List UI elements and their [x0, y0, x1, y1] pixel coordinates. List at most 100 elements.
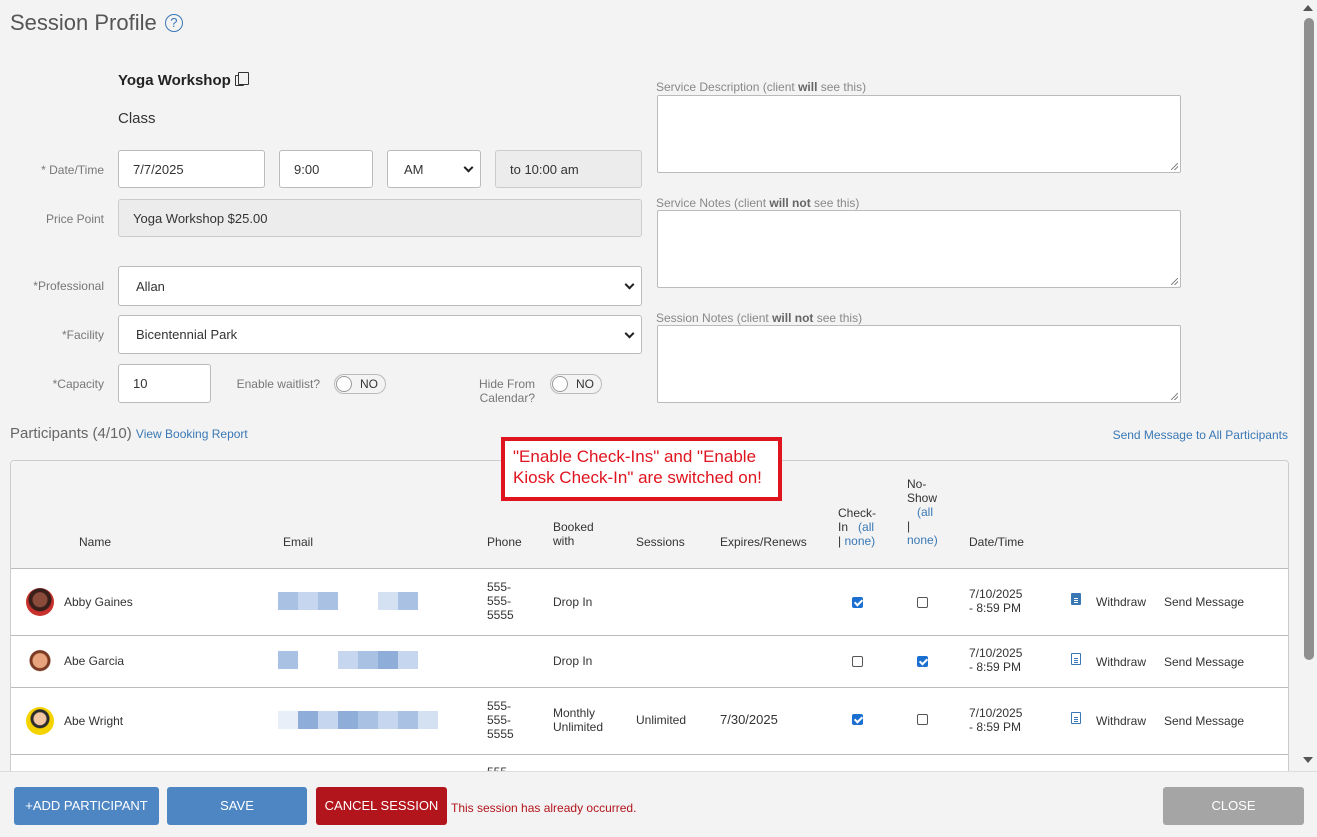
participant-name-link[interactable]: Abby Gaines	[64, 595, 133, 609]
ampm-select[interactable]: AM	[387, 150, 481, 188]
col-noshow: No- Show (all | none)	[907, 477, 938, 547]
phone: 555- 555- 5555	[487, 699, 514, 741]
email-redacted	[378, 592, 418, 610]
send-message-link[interactable]: Send Message	[1164, 595, 1244, 609]
send-message-all-link[interactable]: Send Message to All Participants	[1113, 428, 1288, 442]
withdraw-link[interactable]: Withdraw	[1096, 595, 1146, 609]
noshow-checkbox[interactable]	[917, 597, 928, 608]
col-checkin: Check- In (all | none)	[838, 506, 877, 548]
session-occurred-message: This session has already occurred.	[451, 801, 637, 815]
checkin-none-link[interactable]: none)	[844, 534, 875, 548]
col-email: Email	[283, 535, 314, 549]
participants-count: Participants (4/10)	[10, 425, 132, 442]
facility-label: *Facility	[61, 328, 104, 342]
booking-datetime: 7/10/2025- 8:59 PM	[969, 587, 1023, 615]
time-input[interactable]: 9:00	[279, 150, 373, 188]
service-description-textarea[interactable]	[657, 95, 1181, 173]
scrollbar-thumb[interactable]	[1304, 18, 1314, 660]
table-row: Abe Wright 555- 555- 5555 Monthly Unlimited…	[11, 688, 1288, 755]
checkin-all-link[interactable]: (all	[858, 520, 874, 534]
waitlist-toggle-text: NO	[360, 377, 378, 391]
cancel-session-button[interactable]: CANCEL SESSION	[316, 787, 447, 825]
footer-bar: +ADD PARTICIPANT SAVE CANCEL SESSION Thi…	[0, 771, 1317, 837]
participants-title: Participants (4/10) View Booking Report	[10, 425, 248, 442]
table-row: Abby Gaines 555- 555- 5555 Drop In 7/10/20…	[11, 569, 1288, 636]
hide-calendar-label-line2: Calendar?	[479, 391, 535, 405]
noshow-none-link[interactable]: none)	[907, 533, 938, 547]
toggle-knob	[552, 376, 568, 392]
callout-line2: Kiosk Check-In" are switched on!	[513, 468, 762, 487]
session-notes-textarea[interactable]	[657, 325, 1181, 403]
waitlist-label: Enable waitlist?	[236, 377, 320, 391]
annotation-callout: "Enable Check-Ins" and "Enable Kiosk Che…	[501, 437, 782, 501]
service-description-label: Service Description (client will see thi…	[656, 80, 867, 94]
hide-calendar-label: Hide From Calendar?	[455, 377, 535, 405]
col-datetime: Date/Time	[969, 535, 1024, 549]
scroll-up-icon[interactable]	[1303, 5, 1313, 11]
chevron-down-icon	[463, 162, 474, 173]
professional-value: Allan	[136, 278, 165, 294]
capacity-input[interactable]: 10	[118, 364, 211, 403]
withdraw-link[interactable]: Withdraw	[1096, 714, 1146, 728]
capacity-label: *Capacity	[52, 377, 104, 391]
participant-name-link[interactable]: Abe Wright	[64, 714, 123, 728]
hide-calendar-label-line1: Hide From	[478, 377, 535, 391]
datetime-label: * Date/Time	[41, 163, 104, 177]
service-notes-label: Service Notes (client will not see this)	[656, 196, 860, 210]
callout-line1: "Enable Check-Ins" and "Enable	[513, 447, 757, 466]
professional-select[interactable]: Allan	[118, 266, 642, 306]
document-icon[interactable]	[1071, 593, 1081, 605]
avatar	[26, 648, 54, 676]
page-title-text: Session Profile	[10, 10, 157, 35]
withdraw-link[interactable]: Withdraw	[1096, 655, 1146, 669]
checkin-checkbox[interactable]	[852, 656, 863, 667]
service-type: Class	[118, 110, 156, 127]
expires-link[interactable]: 7/30/2025	[720, 713, 778, 727]
toggle-knob	[336, 376, 352, 392]
noshow-checkbox[interactable]	[917, 656, 928, 667]
participant-name-link[interactable]: Abe Garcia	[64, 654, 124, 668]
booked-with-link[interactable]: Monthly Unlimited	[553, 706, 603, 734]
help-icon[interactable]: ?	[164, 14, 183, 32]
copy-icon[interactable]	[234, 72, 249, 86]
phone: 555- 555- 5555	[487, 580, 514, 622]
send-message-link[interactable]: Send Message	[1164, 655, 1244, 669]
service-notes-textarea[interactable]	[657, 210, 1181, 288]
hide-calendar-toggle-text: NO	[576, 377, 594, 391]
send-message-link[interactable]: Send Message	[1164, 714, 1244, 728]
email-redacted	[278, 651, 298, 669]
service-name: Yoga Workshop	[118, 72, 249, 89]
checkin-checkbox[interactable]	[852, 597, 863, 608]
page-title: Session Profile ?	[10, 10, 183, 36]
col-phone: Phone	[487, 535, 522, 549]
scroll-down-icon[interactable]	[1303, 757, 1313, 763]
chevron-down-icon	[624, 279, 635, 290]
sessions: Unlimited	[636, 713, 687, 727]
view-booking-report-link[interactable]: View Booking Report	[136, 427, 248, 441]
facility-value: Bicentennial Park	[136, 327, 238, 342]
checkin-checkbox[interactable]	[852, 714, 863, 725]
document-icon[interactable]	[1071, 653, 1081, 665]
email-redacted	[278, 592, 338, 610]
scrollbar[interactable]	[1300, 0, 1317, 770]
booking-datetime: 7/10/2025- 8:59 PM	[969, 646, 1023, 674]
date-input[interactable]: 7/7/2025	[118, 150, 265, 188]
save-button[interactable]: SAVE	[167, 787, 307, 825]
add-participant-button[interactable]: +ADD PARTICIPANT	[14, 787, 159, 825]
noshow-all-link[interactable]: (all	[917, 505, 933, 519]
table-row: Abe Garcia Drop In 7/10/2025- 8:59 PM Wi…	[11, 636, 1288, 688]
price-point-label: Price Point	[45, 212, 104, 226]
hide-calendar-toggle[interactable]: NO	[550, 374, 602, 394]
waitlist-toggle[interactable]: NO	[334, 374, 386, 394]
document-icon[interactable]	[1071, 712, 1081, 724]
participants-table: Name Email Phone Booked with Sessions Exp…	[10, 460, 1289, 780]
facility-select[interactable]: Bicentennial Park	[118, 315, 642, 354]
chevron-down-icon	[624, 328, 635, 339]
end-time-display: to 10:00 am	[495, 150, 642, 188]
avatar	[26, 707, 54, 735]
col-booked-with: Booked with	[553, 520, 594, 548]
noshow-checkbox[interactable]	[917, 714, 928, 725]
avatar	[26, 588, 54, 616]
close-button[interactable]: CLOSE	[1163, 787, 1304, 825]
email-redacted	[338, 651, 418, 669]
